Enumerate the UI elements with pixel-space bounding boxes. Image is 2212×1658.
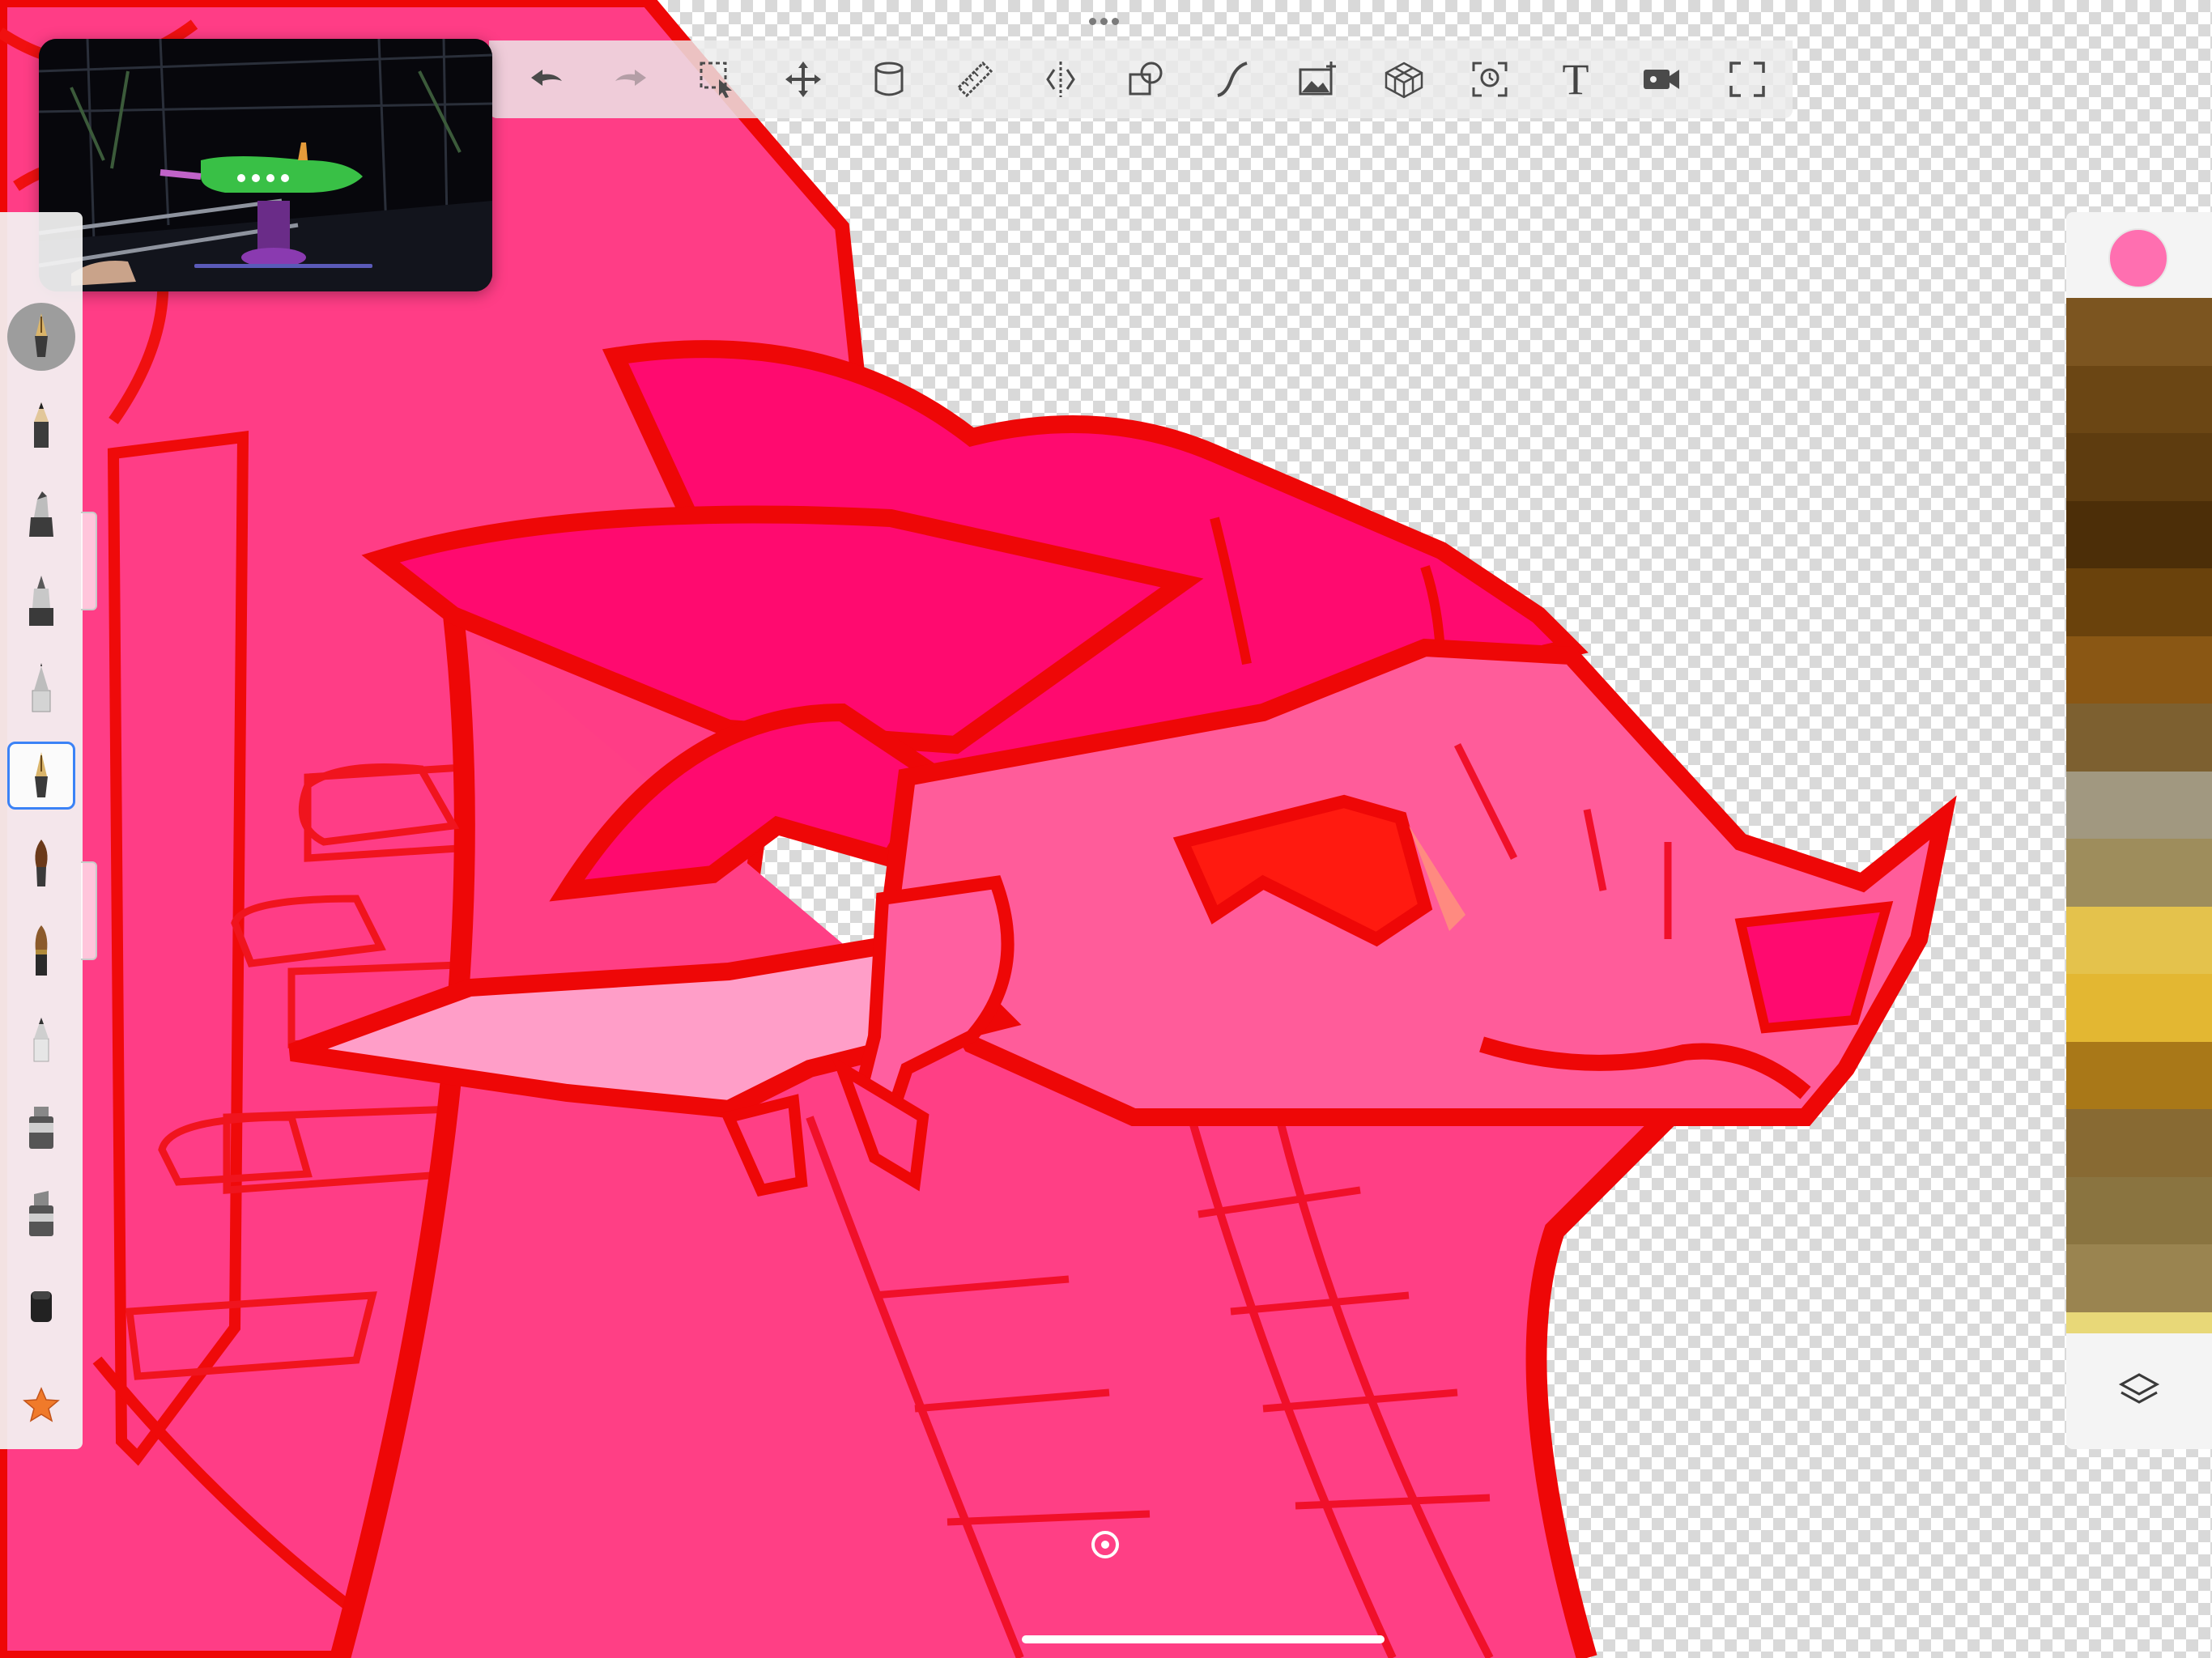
- canvas-rotate-handle[interactable]: [1089, 1528, 1121, 1561]
- symmetry-button[interactable]: [1022, 45, 1100, 114]
- selection-button[interactable]: [678, 45, 756, 114]
- color-swatch-16[interactable]: [2066, 1312, 2212, 1333]
- brush-opacity-slider[interactable]: [81, 861, 97, 960]
- inking-pen-icon: [29, 576, 53, 626]
- redo-icon: [615, 70, 646, 86]
- text-tool-icon: T: [1562, 55, 1589, 104]
- color-swatch-2[interactable]: [2066, 365, 2212, 433]
- fill-button[interactable]: [850, 45, 928, 114]
- add-image-icon: [1299, 62, 1336, 96]
- record-button[interactable]: [1623, 45, 1700, 114]
- ruler-icon: [956, 61, 993, 98]
- symmetry-icon: [1046, 62, 1075, 97]
- stroke-button[interactable]: [1193, 45, 1271, 114]
- pen-brush-icon: [35, 313, 48, 357]
- star-icon: [23, 1387, 60, 1422]
- color-swatch-5[interactable]: [2066, 568, 2212, 636]
- color-swatches: [2066, 298, 2212, 1333]
- record-icon: [1644, 70, 1679, 89]
- undo-button[interactable]: [507, 45, 585, 114]
- brush-palette: [0, 212, 83, 1449]
- airbrush-icon: [33, 1018, 49, 1062]
- brush-airbrush[interactable]: [7, 1004, 75, 1072]
- brush-paint-tube[interactable]: [7, 1091, 75, 1159]
- pencil-icon: [34, 402, 49, 448]
- color-swatch-11[interactable]: [2066, 974, 2212, 1042]
- color-swatch-4[interactable]: [2066, 500, 2212, 568]
- brush-eraser[interactable]: [7, 1266, 75, 1334]
- current-color-button[interactable]: [2108, 228, 2168, 288]
- current-brush-button[interactable]: [7, 303, 75, 371]
- color-swatch-14[interactable]: [2066, 1176, 2212, 1244]
- color-swatch-9[interactable]: [2066, 839, 2212, 907]
- shapes-icon: [1129, 62, 1163, 96]
- marker-icon: [29, 491, 53, 537]
- undo-icon: [531, 70, 562, 86]
- selection-icon: [700, 62, 732, 98]
- layers-icon: [2118, 1373, 2160, 1404]
- brush-ink-brush[interactable]: [7, 916, 75, 984]
- shapes-button[interactable]: [1108, 45, 1185, 114]
- time-lapse-button[interactable]: [1451, 45, 1529, 114]
- ruler-button[interactable]: [936, 45, 1014, 114]
- color-swatch-15[interactable]: [2066, 1244, 2212, 1312]
- brush-ballpoint[interactable]: [7, 654, 75, 722]
- add-image-button[interactable]: [1279, 45, 1357, 114]
- ink-brush-icon: [35, 925, 48, 976]
- color-swatch-3[interactable]: [2066, 433, 2212, 501]
- eraser-icon: [31, 1291, 52, 1322]
- favorites-button[interactable]: [7, 1371, 75, 1439]
- color-swatch-13[interactable]: [2066, 1109, 2212, 1177]
- color-swatch-8[interactable]: [2066, 771, 2212, 839]
- brush-paint-brush[interactable]: [7, 829, 75, 897]
- color-palette: [2066, 212, 2212, 1449]
- layers-button[interactable]: [2112, 1362, 2167, 1417]
- fullscreen-button[interactable]: [1708, 45, 1786, 114]
- color-swatch-7[interactable]: [2066, 704, 2212, 772]
- redo-button[interactable]: [593, 45, 670, 114]
- calligraphy-pen-icon: [35, 752, 48, 797]
- home-indicator[interactable]: [1022, 1635, 1385, 1643]
- paint-brush-icon: [35, 840, 48, 886]
- brush-pencil[interactable]: [7, 392, 75, 460]
- color-swatch-12[interactable]: [2066, 1041, 2212, 1109]
- stroke-icon: [1217, 62, 1248, 97]
- transform-button[interactable]: [764, 45, 842, 114]
- color-swatch-1[interactable]: [2066, 298, 2212, 366]
- transform-icon: [785, 62, 821, 97]
- text-button[interactable]: T: [1537, 45, 1614, 114]
- brush-chisel-marker[interactable]: [7, 1179, 75, 1247]
- top-toolbar: T: [489, 40, 1793, 118]
- brush-size-slider[interactable]: [81, 512, 97, 610]
- fill-bucket-icon: [874, 62, 904, 96]
- brush-inking-pen[interactable]: [7, 567, 75, 635]
- perspective-grid-icon: [1385, 62, 1423, 99]
- picture-in-picture-video[interactable]: [39, 39, 492, 291]
- ballpoint-icon: [32, 663, 51, 712]
- toolbar-drag-handle[interactable]: [1089, 15, 1126, 25]
- perspective-button[interactable]: [1365, 45, 1443, 114]
- chisel-marker-icon: [29, 1191, 53, 1236]
- video-frame: [39, 39, 492, 291]
- paint-tube-icon: [29, 1107, 53, 1149]
- brush-calligraphy-pen[interactable]: [7, 742, 75, 810]
- brush-marker[interactable]: [7, 479, 75, 547]
- color-swatch-10[interactable]: [2066, 906, 2212, 974]
- time-lapse-icon: [1472, 62, 1508, 97]
- fullscreen-icon: [1729, 62, 1765, 97]
- color-swatch-6[interactable]: [2066, 636, 2212, 704]
